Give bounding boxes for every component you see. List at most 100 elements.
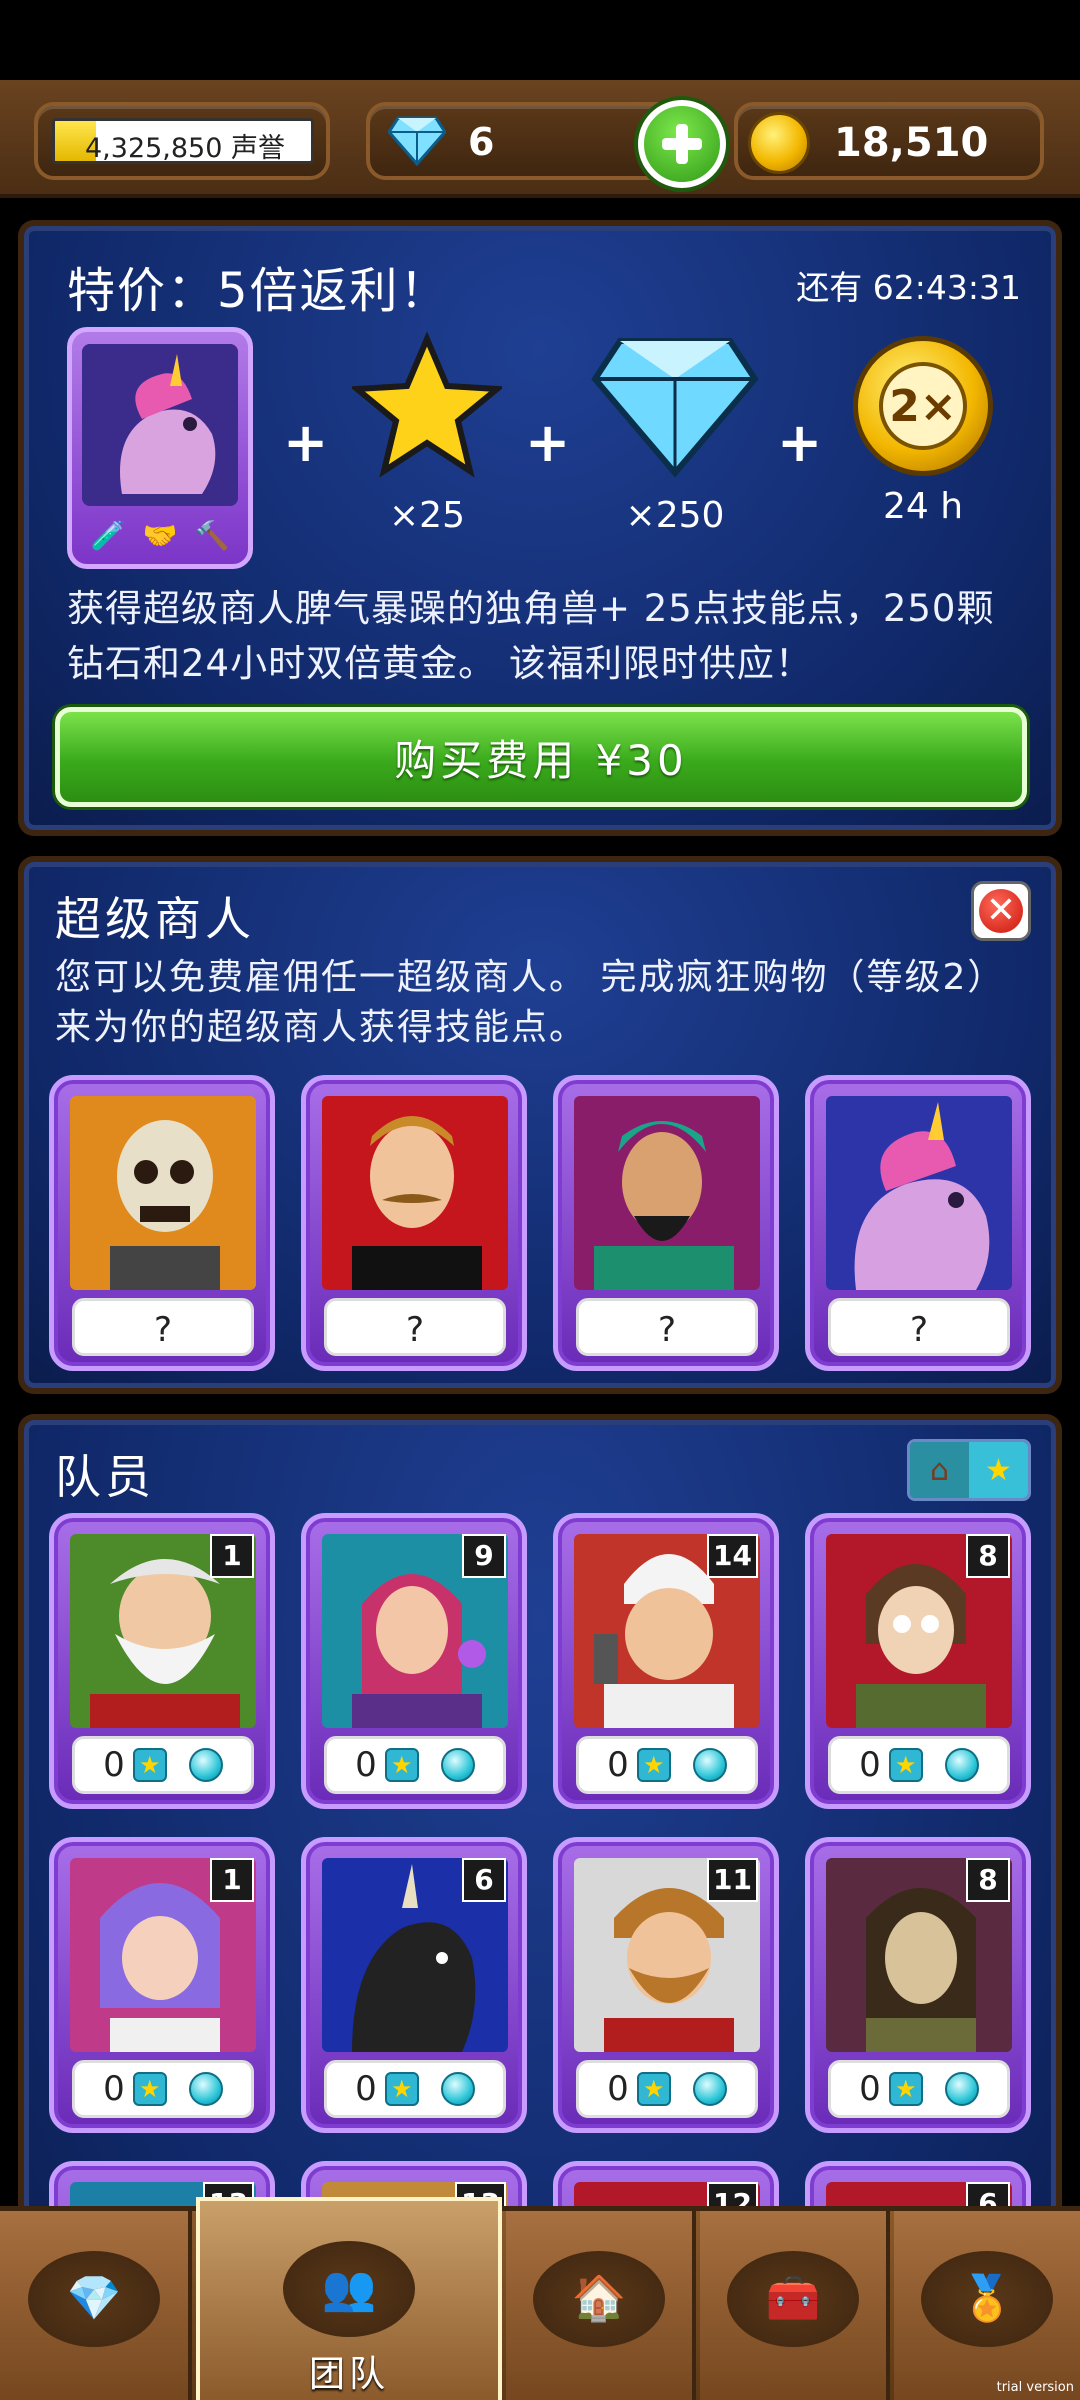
- gentleman-portrait: [322, 1096, 508, 1290]
- double-gold-coin-icon: 2×: [853, 336, 993, 476]
- merchant-card-skeleton[interactable]: ?: [49, 1075, 275, 1371]
- member-stats: 0 ★: [72, 2060, 254, 2118]
- team-sort-toggle[interactable]: ⌂ ★: [907, 1439, 1031, 1501]
- team-icon: 👥: [321, 2263, 377, 2314]
- orb-icon: [692, 1748, 727, 1782]
- reward-diamonds: ×250: [585, 331, 765, 551]
- member-level: 9: [462, 1534, 506, 1578]
- reward-double-gold-label: 24 h: [882, 486, 964, 527]
- unicorn-offer-card: 🧪 🤝 🔨: [67, 327, 253, 569]
- gold-count: 18,510: [834, 120, 989, 166]
- plus-sign-icon: +: [283, 411, 329, 474]
- star-icon: ★: [636, 2072, 671, 2106]
- chest-icon: 🧰: [765, 2273, 821, 2324]
- close-icon: ✕: [985, 890, 1017, 931]
- merchant-card-gentleman[interactable]: ?: [301, 1075, 527, 1371]
- gold-pill: 18,510: [734, 102, 1044, 180]
- house-icon[interactable]: ⌂: [910, 1442, 969, 1498]
- team-member-card[interactable]: 9 0 ★: [301, 1513, 527, 1809]
- star-icon: ★: [888, 2072, 923, 2106]
- star-icon[interactable]: ★: [969, 1442, 1028, 1498]
- nav-tab-gems[interactable]: 💎: [0, 2211, 192, 2400]
- member-level: 14: [707, 1534, 758, 1578]
- merchant-card-warrior[interactable]: ?: [553, 1075, 779, 1371]
- reputation-text: 4,325,850 声誉: [85, 133, 285, 164]
- skeleton-portrait: [70, 1096, 256, 1290]
- trial-watermark: trial version: [996, 2380, 1074, 2395]
- merchant-name-placeholder: ?: [324, 1298, 506, 1356]
- merchant-name-placeholder: ?: [576, 1298, 758, 1356]
- double-badge: 2×: [879, 362, 967, 450]
- super-merchant-panel: 超级商人 ✕ 您可以免费雇佣任一超级商人。 完成疯狂购物（等级2）来为你的超级商…: [24, 862, 1056, 1388]
- unicorn-portrait: [826, 1096, 1012, 1290]
- nav-tab-team[interactable]: 👥 团队: [196, 2197, 502, 2400]
- member-stats: 0 ★: [828, 1736, 1010, 1794]
- member-stats: 0 ★: [324, 2060, 506, 2118]
- buy-offer-button[interactable]: 购买费用 ¥30: [55, 707, 1027, 807]
- reward-stars-label: ×25: [389, 495, 465, 536]
- team-member-card[interactable]: 1 0 ★: [49, 1513, 275, 1809]
- special-offer-panel: 特价：5倍返利！ 还有 62:43:31 🧪 🤝 🔨 + ×25 + ×250 …: [24, 226, 1056, 830]
- reward-stars: ×25: [347, 331, 507, 551]
- offer-skill-icons: 🧪 🤝 🔨: [82, 512, 238, 558]
- orb-icon: [944, 2072, 979, 2106]
- gold-coin-icon: [748, 112, 810, 174]
- nav-tab-team-label: 团队: [308, 2354, 389, 2395]
- member-level: 11: [707, 1858, 758, 1902]
- reward-double-gold: 2× 24 h: [843, 331, 1003, 551]
- diamond-icon: [591, 338, 759, 478]
- member-stats: 0 ★: [324, 1736, 506, 1794]
- member-level: 8: [966, 1534, 1010, 1578]
- member-skill-points: 0: [607, 2069, 629, 2109]
- orb-icon: [944, 1748, 979, 1782]
- star-icon: ★: [888, 1748, 923, 1782]
- member-skill-points: 0: [103, 1745, 125, 1785]
- member-skill-points: 0: [607, 1745, 629, 1785]
- member-skill-points: 0: [103, 2069, 125, 2109]
- orb-icon: [440, 1748, 475, 1782]
- member-skill-points: 0: [355, 1745, 377, 1785]
- star-icon: ★: [384, 2072, 419, 2106]
- offer-description: 获得超级商人脾气暴躁的独角兽+ 25点技能点，250颗钻石和24小时双倍黄金。 …: [67, 587, 995, 685]
- member-level: 8: [966, 1858, 1010, 1902]
- member-level: 6: [462, 1858, 506, 1902]
- member-stats: 0 ★: [576, 1736, 758, 1794]
- member-skill-points: 0: [355, 2069, 377, 2109]
- merchant-name-placeholder: ?: [72, 1298, 254, 1356]
- gem-pill[interactable]: 6: [366, 100, 726, 188]
- star-icon: ★: [384, 1748, 419, 1782]
- nav-tab-chest[interactable]: 🧰: [700, 2211, 890, 2400]
- team-member-card[interactable]: 8 0 ★: [805, 1837, 1031, 2133]
- star-icon: [349, 331, 505, 478]
- nav-tab-achievements[interactable]: 🏅: [894, 2211, 1080, 2400]
- warrior-portrait: [574, 1096, 760, 1290]
- team-member-card[interactable]: 14 0 ★: [553, 1513, 779, 1809]
- diamond-icon: [388, 116, 446, 166]
- buy-gems-plus-button[interactable]: [638, 100, 726, 188]
- bottom-nav: 💎 👥 团队 🏠 🧰 🏅: [0, 2197, 1080, 2400]
- star-icon: ★: [132, 2072, 167, 2106]
- team-member-card[interactable]: 8 0 ★: [805, 1513, 1031, 1809]
- member-skill-points: 0: [859, 2069, 881, 2109]
- trade-icon: 🤝: [142, 518, 178, 552]
- member-stats: 0 ★: [576, 2060, 758, 2118]
- member-level: 1: [210, 1534, 254, 1578]
- unicorn-portrait: [82, 344, 238, 506]
- team-member-card[interactable]: 6 0 ★: [301, 1837, 527, 2133]
- plus-sign-icon: +: [525, 411, 571, 474]
- reward-diamonds-label: ×250: [625, 495, 725, 536]
- shop-icon: 🏠: [571, 2273, 627, 2324]
- merchant-card-unicorn[interactable]: ?: [805, 1075, 1031, 1371]
- member-stats: 0 ★: [72, 1736, 254, 1794]
- team-member-card[interactable]: 11 0 ★: [553, 1837, 779, 2133]
- star-icon: ★: [132, 1748, 167, 1782]
- team-member-card[interactable]: 1 0 ★: [49, 1837, 275, 2133]
- close-merchant-button[interactable]: ✕: [971, 881, 1031, 941]
- potion-icon: 🧪: [90, 518, 126, 552]
- merchant-description: 您可以免费雇佣任一超级商人。 完成疯狂购物（等级2）来为你的超级商人获得技能点。: [55, 957, 1006, 1048]
- orb-icon: [188, 2072, 223, 2106]
- nav-tab-shop[interactable]: 🏠: [506, 2211, 696, 2400]
- member-stats: 0 ★: [828, 2060, 1010, 2118]
- status-bar: [0, 0, 1080, 80]
- diamond-icon: 💎: [66, 2273, 122, 2324]
